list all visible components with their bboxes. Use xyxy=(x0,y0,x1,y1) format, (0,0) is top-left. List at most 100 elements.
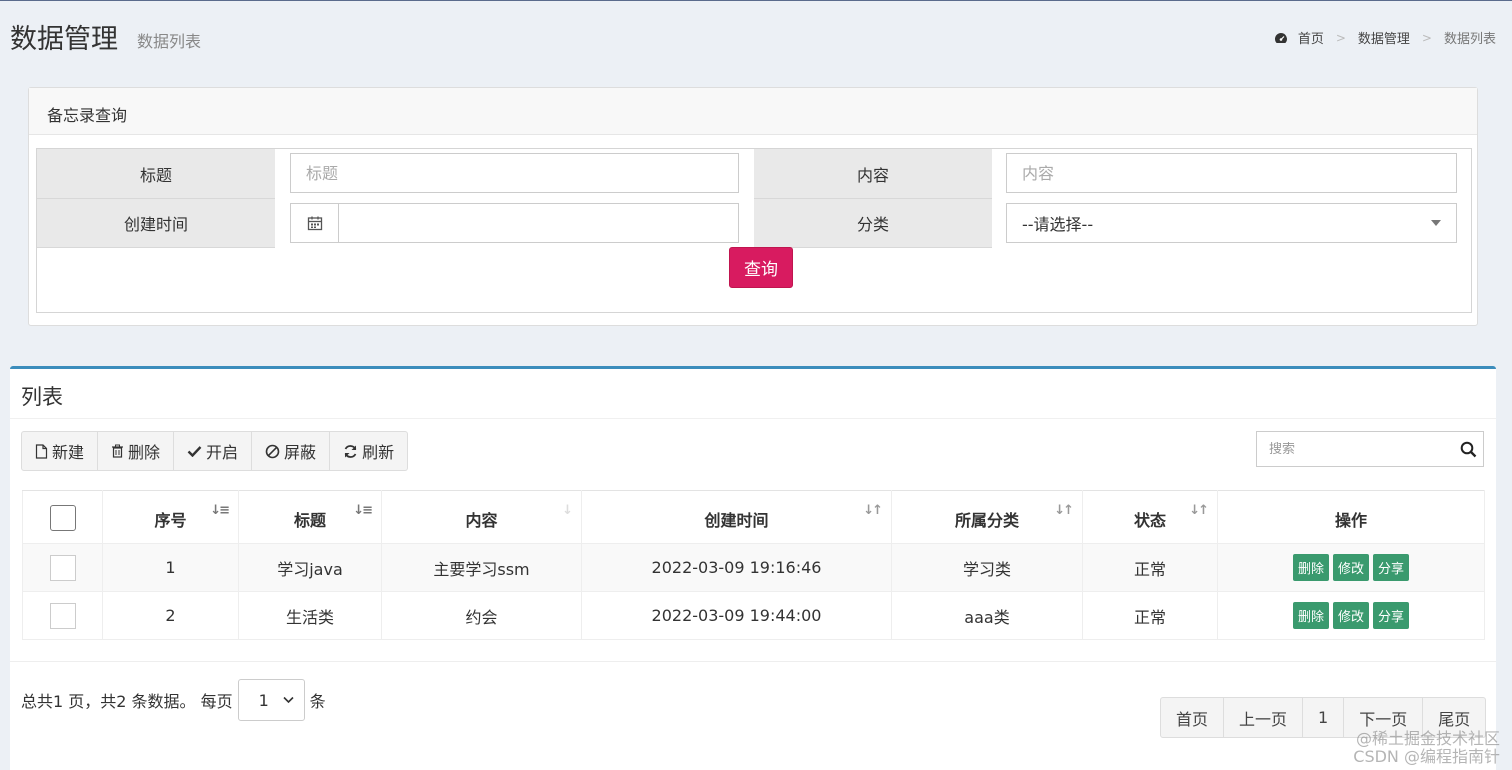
check-icon xyxy=(187,445,202,457)
cell-content: 约会 xyxy=(381,591,582,640)
page-first-button[interactable]: 首页 xyxy=(1160,697,1225,738)
column-header-label: 内容 xyxy=(465,511,498,530)
column-header-label: 状态 xyxy=(1133,511,1166,530)
delete-button-label: 删除 xyxy=(128,443,161,462)
list-toolbar: 新建 删除 开启 屏蔽 刷新 xyxy=(21,431,409,471)
page-subtitle: 数据列表 xyxy=(137,32,202,51)
refresh-icon xyxy=(343,444,358,459)
cell-created: 2022-03-09 19:44:00 xyxy=(581,591,892,640)
created-time-label: 创建时间 xyxy=(37,199,275,248)
cell-status: 正常 xyxy=(1082,543,1218,592)
dashboard-icon xyxy=(1274,32,1288,44)
column-header-title[interactable]: 标题 ↓≡ xyxy=(238,490,382,544)
search-field[interactable] xyxy=(1256,431,1484,467)
row-edit-button[interactable]: 修改 xyxy=(1332,554,1369,581)
file-icon xyxy=(35,443,48,459)
row-checkbox[interactable] xyxy=(49,554,76,581)
refresh-button-label: 刷新 xyxy=(362,443,395,462)
divider xyxy=(10,661,1496,662)
row-select-cell xyxy=(22,543,103,592)
divider xyxy=(10,418,1496,419)
pager-summary-text: 总共1 页，共2 条数据。 每页 xyxy=(21,692,233,711)
list-title: 列表 xyxy=(21,385,63,409)
created-time-field[interactable] xyxy=(290,203,739,243)
enable-button-label: 开启 xyxy=(206,443,239,462)
breadcrumb-home-link[interactable]: 首页 xyxy=(1298,28,1324,47)
search-input[interactable] xyxy=(1257,441,1453,457)
page-current-button[interactable]: 1 xyxy=(1303,697,1345,738)
block-button[interactable]: 屏蔽 xyxy=(252,431,331,471)
cell-title: 学习java xyxy=(238,543,382,592)
cell-title: 生活类 xyxy=(238,591,382,640)
new-button[interactable]: 新建 xyxy=(21,431,99,471)
enable-button[interactable]: 开启 xyxy=(174,431,253,471)
table-row: 1 学习java 主要学习ssm 2022-03-09 19:16:46 学习类… xyxy=(22,543,1485,592)
chevron-down-icon xyxy=(283,696,294,704)
page-size-select[interactable]: 1 xyxy=(237,679,305,721)
title-input[interactable] xyxy=(306,163,723,183)
sort-icon[interactable]: ↓↑ xyxy=(1189,503,1209,518)
watermark-line: CSDN @编程指南针 xyxy=(1353,747,1500,766)
page-header: 数据管理 数据列表 首页 > 数据管理 > 数据列表 xyxy=(0,1,1512,71)
row-checkbox[interactable] xyxy=(49,602,76,629)
column-header-label: 序号 xyxy=(154,511,187,530)
list-panel: 列表 新建 删除 开启 屏蔽 刷新 搜索 序号 ↓≡ 标题 ↓≡ 内容 ↓ 创建… xyxy=(10,366,1496,770)
cell-no: 1 xyxy=(102,543,239,592)
sort-icon[interactable]: ↓↑ xyxy=(863,503,883,518)
search-icon[interactable] xyxy=(1453,441,1483,458)
row-select-cell xyxy=(22,591,103,640)
calendar-icon[interactable] xyxy=(291,204,339,242)
title-field[interactable] xyxy=(290,153,739,193)
ban-icon xyxy=(265,444,280,459)
column-header-status[interactable]: 状态 ↓↑ xyxy=(1082,490,1218,544)
column-header-no[interactable]: 序号 ↓≡ xyxy=(102,490,239,544)
delete-button[interactable]: 删除 xyxy=(98,431,175,471)
select-all-checkbox[interactable] xyxy=(49,505,76,531)
block-button-label: 屏蔽 xyxy=(284,443,317,462)
pager-summary: 总共1 页，共2 条数据。 每页 1 条 xyxy=(21,679,326,721)
breadcrumb-current: 数据列表 xyxy=(1443,32,1496,47)
chevron-down-icon xyxy=(1431,220,1441,226)
sort-desc-icon[interactable]: ↓≡ xyxy=(353,503,373,518)
row-delete-button[interactable]: 删除 xyxy=(1292,602,1329,629)
column-header-created[interactable]: 创建时间 ↓↑ xyxy=(581,490,892,544)
page-size-value: 1 xyxy=(258,690,269,710)
sort-icon[interactable]: ↓↑ xyxy=(1054,503,1074,518)
breadcrumb-separator: > xyxy=(1421,30,1432,45)
column-header-label: 操作 xyxy=(1334,511,1367,530)
created-time-input[interactable] xyxy=(339,204,738,242)
cell-status: 正常 xyxy=(1082,591,1218,640)
page-title: 数据管理 xyxy=(10,24,118,55)
watermark: @稀土掘金技术社区 CSDN @编程指南针 xyxy=(1353,730,1500,766)
data-table: 序号 ↓≡ 标题 ↓≡ 内容 ↓ 创建时间 ↓↑ 所属分类 ↓↑ 状态 ↓↑ 操作 1 学习… xyxy=(22,490,1485,640)
page-prev-button[interactable]: 上一页 xyxy=(1224,697,1304,738)
row-delete-button[interactable]: 删除 xyxy=(1292,554,1329,581)
content-field[interactable] xyxy=(1006,153,1457,193)
row-edit-button[interactable]: 修改 xyxy=(1332,602,1369,629)
cell-no: 2 xyxy=(102,591,239,640)
row-share-button[interactable]: 分享 xyxy=(1373,554,1410,581)
breadcrumb-data-mgmt-link[interactable]: 数据管理 xyxy=(1358,28,1410,47)
column-header-category[interactable]: 所属分类 ↓↑ xyxy=(891,490,1083,544)
title-label: 标题 xyxy=(37,149,275,199)
query-panel-title: 备忘录查询 xyxy=(29,88,1477,135)
pager-unit: 条 xyxy=(309,692,326,711)
query-button[interactable]: 查询 xyxy=(729,247,793,288)
category-select-value: --请选择-- xyxy=(1022,215,1094,234)
breadcrumb-separator: > xyxy=(1335,30,1346,45)
column-header-label: 标题 xyxy=(293,511,326,530)
row-share-button[interactable]: 分享 xyxy=(1373,602,1410,629)
sort-asc-icon[interactable]: ↓≡ xyxy=(210,503,230,518)
column-header-content[interactable]: 内容 ↓ xyxy=(381,490,582,544)
sort-icon[interactable]: ↓ xyxy=(562,503,573,518)
cell-content: 主要学习ssm xyxy=(381,543,582,592)
refresh-button[interactable]: 刷新 xyxy=(330,431,409,471)
content-input[interactable] xyxy=(1022,163,1441,183)
category-select[interactable]: --请选择-- xyxy=(1006,203,1457,243)
cell-actions: 删除 修改 分享 xyxy=(1217,591,1485,640)
cell-category: aaa类 xyxy=(891,591,1083,640)
content-label: 内容 xyxy=(754,149,992,199)
cell-created: 2022-03-09 19:16:46 xyxy=(581,543,892,592)
column-header-actions: 操作 xyxy=(1217,490,1485,544)
breadcrumb: 首页 > 数据管理 > 数据列表 xyxy=(1274,28,1496,47)
